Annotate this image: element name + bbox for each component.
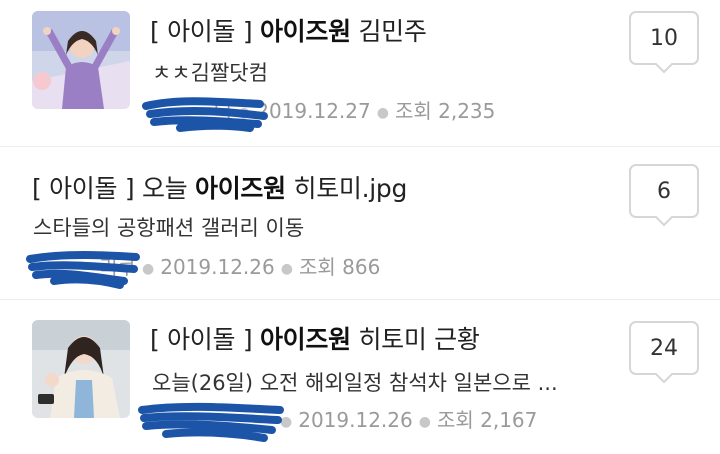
title-keyword: 아이즈원 bbox=[195, 174, 286, 203]
redaction-scribble bbox=[138, 402, 284, 442]
category-tag: [ 아이돌 ] bbox=[32, 174, 135, 203]
category-tag: [ 아이돌 ] bbox=[150, 325, 253, 354]
view-count: 2,235 bbox=[438, 99, 496, 123]
separator-dot: ● bbox=[418, 413, 431, 430]
comment-count: 6 bbox=[657, 178, 671, 204]
title-prefix: 오늘 bbox=[141, 174, 188, 203]
title-keyword: 아이즈원 bbox=[259, 17, 351, 46]
comment-count: 24 bbox=[650, 335, 678, 361]
redaction-scribble bbox=[142, 97, 268, 132]
view-count: 2,167 bbox=[480, 408, 538, 432]
post-summary: 스타들의 공항패션 갤러리 이동 bbox=[33, 216, 305, 240]
list-item[interactable]: [ 아이돌 ] 아이즈원 히토미 근황 오늘(26일) 오전 해외일정 참석차 … bbox=[0, 300, 720, 454]
title-text: 김민주 bbox=[358, 17, 427, 46]
view-count: 866 bbox=[342, 255, 381, 279]
category-tag: [ 아이돌 ] bbox=[150, 17, 253, 46]
views-label: 조회 bbox=[298, 255, 336, 279]
post-summary: ㅊㅊ김짤닷컴 bbox=[152, 61, 268, 85]
list-item[interactable]: [ 아이돌 ] 오늘 아이즈원 히토미.jpg 스타들의 공항패션 갤러리 이동… bbox=[0, 147, 720, 299]
post-date: 2019.12.27 bbox=[256, 99, 371, 123]
redaction-scribble bbox=[26, 251, 140, 289]
post-title[interactable]: [ 아이돌 ] 아이즈원 히토미 근황 bbox=[150, 320, 480, 356]
post-summary: 오늘(26일) 오전 해외일정 참석차 일본으로 ... bbox=[152, 371, 558, 395]
title-keyword: 아이즈원 bbox=[259, 325, 351, 354]
post-title[interactable]: [ 아이돌 ] 아이즈원 김민주 bbox=[150, 12, 427, 48]
post-thumbnail[interactable] bbox=[32, 320, 130, 418]
post-title[interactable]: [ 아이돌 ] 오늘 아이즈원 히토미.jpg bbox=[32, 169, 407, 205]
title-text: 히토미.jpg bbox=[293, 174, 408, 203]
separator-dot: ● bbox=[376, 104, 389, 121]
views-label: 조회 bbox=[436, 408, 474, 432]
post-date: 2019.12.26 bbox=[298, 408, 413, 432]
views-label: 조회 bbox=[394, 99, 432, 123]
title-text: 히토미 근황 bbox=[358, 325, 480, 354]
list-item[interactable]: [ 아이돌 ] 아이즈원 김민주 ㅊㅊ김짤닷컴 더 ● 2019.12.27 ● 조회 … bbox=[0, 0, 720, 146]
post-thumbnail[interactable] bbox=[32, 11, 130, 109]
separator-dot: ● bbox=[280, 260, 293, 277]
comment-count-bubble[interactable]: 10 bbox=[628, 10, 700, 74]
comment-count-bubble[interactable]: 24 bbox=[628, 320, 700, 384]
comment-count: 10 bbox=[650, 25, 678, 51]
post-date: 2019.12.26 bbox=[160, 255, 275, 279]
comment-count-bubble[interactable]: 6 bbox=[628, 163, 700, 227]
